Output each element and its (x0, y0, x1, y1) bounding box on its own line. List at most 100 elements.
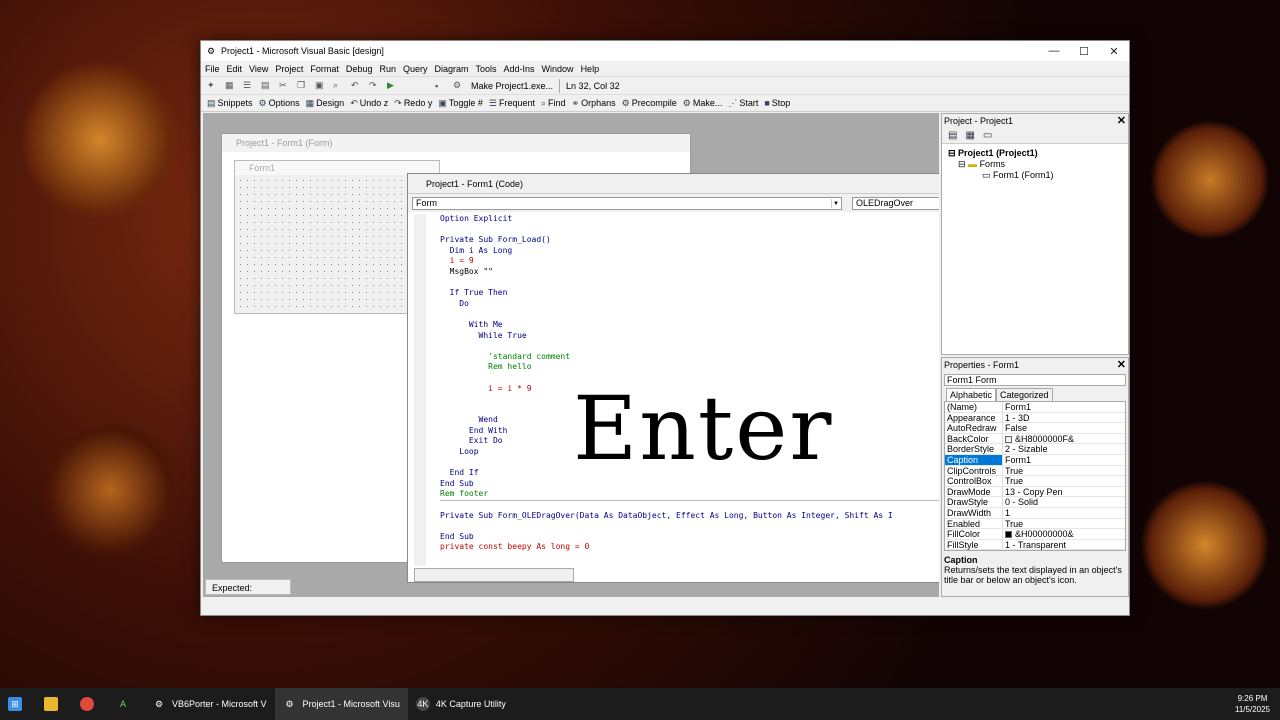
tab-alphabetic[interactable]: Alphabetic (946, 388, 997, 401)
property-row[interactable]: AutoRedraw False (945, 423, 1125, 434)
tree-forms-folder[interactable]: ⊟ ▬ Forms (948, 159, 1128, 170)
task-project1[interactable]: ⚙ Project1 - Microsoft Visu (274, 688, 408, 720)
menu-bar: File Edit View Project Format Debug Run … (201, 61, 1129, 76)
options-button[interactable]: ⚙ Options (259, 98, 300, 109)
stop-button[interactable]: ■ Stop (764, 98, 790, 108)
taskbar: ⊞ A ⚙ VB6Porter - Microsoft V ⚙ Project1 -… (0, 688, 1280, 720)
view-code-icon[interactable]: ▤ (948, 130, 957, 141)
toggle-folders-icon[interactable]: ▭ (983, 130, 992, 141)
open-icon[interactable]: ▤ (261, 80, 273, 91)
property-row[interactable]: FillStyle 1 - Transparent (945, 539, 1125, 550)
menu-editor-icon[interactable]: ☰ (243, 80, 255, 91)
start-button[interactable]: ⋰ Start (728, 98, 758, 109)
property-grid[interactable]: (Name) Form1 Appearance 1 - 3D AutoRedraw F… (944, 401, 1126, 551)
chrome-button[interactable] (72, 688, 108, 720)
code-line: Rem hello (440, 362, 532, 372)
chevron-down-icon[interactable]: ▼ (831, 198, 840, 208)
snippets-button[interactable]: ▤ Snippets (207, 98, 253, 109)
property-row[interactable]: FillColor &H00000000& (945, 529, 1125, 540)
property-row[interactable]: ControlBox True (945, 476, 1125, 487)
find-icon[interactable]: ⌕ (333, 80, 345, 91)
undo-button[interactable]: ↶ Undo z (350, 98, 388, 109)
code-line: private const beepy As long = 0 (440, 542, 590, 552)
property-row[interactable]: ClipControls True (945, 465, 1125, 477)
menu-query[interactable]: Query (403, 64, 428, 74)
close-icon[interactable]: ✕ (1099, 45, 1129, 58)
menu-project[interactable]: Project (275, 64, 303, 74)
property-row[interactable]: Appearance 1 - 3D (945, 412, 1125, 424)
property-row[interactable]: Enabled True (945, 518, 1125, 530)
redo-button[interactable]: ↷ Redo y (394, 98, 432, 109)
menu-tools[interactable]: Tools (476, 64, 497, 74)
orphans-button[interactable]: ⚭ Orphans (572, 98, 616, 109)
vb-icon: ⚙ (285, 699, 294, 709)
cursor-position: Ln 32, Col 32 (559, 78, 626, 93)
save-icon[interactable]: ▪ (435, 81, 447, 91)
view-toggle-scrollbar[interactable] (414, 568, 574, 582)
run-icon[interactable]: ▶ (387, 80, 399, 91)
property-row[interactable]: DrawStyle 0 - Solid (945, 497, 1125, 508)
toggle-button[interactable]: ▣ Toggle # (438, 98, 483, 109)
menu-run[interactable]: Run (379, 64, 396, 74)
menu-file[interactable]: File (205, 64, 220, 74)
app-button[interactable]: A (108, 688, 144, 720)
menu-view[interactable]: View (249, 64, 268, 74)
menu-addins[interactable]: Add-Ins (504, 64, 535, 74)
cut-icon[interactable]: ✂ (279, 80, 291, 91)
property-row-selected[interactable]: Caption Form1 (945, 454, 1125, 466)
undo-icon[interactable]: ↶ (351, 80, 363, 91)
precompile-button[interactable]: ⚙ Precompile (622, 98, 677, 109)
options-icon: ⚙ (258, 97, 267, 108)
code-line: Do (440, 298, 469, 308)
object-combo[interactable]: Form ▼ (412, 196, 842, 210)
menu-debug[interactable]: Debug (346, 64, 373, 74)
paste-icon[interactable]: ▣ (315, 80, 327, 91)
start-button[interactable]: ⊞ (0, 688, 36, 720)
tree-project-root[interactable]: ⊟ Project1 (Project1) (948, 148, 1128, 159)
property-row[interactable]: DrawWidth 1 (945, 507, 1125, 519)
design-button[interactable]: ▦ Design (306, 98, 345, 109)
window-title: Project1 - Microsoft Visual Basic [desig… (221, 46, 384, 56)
undo-icon: ↶ (350, 97, 358, 108)
tab-categorized[interactable]: Categorized (996, 388, 1053, 401)
task-capture[interactable]: 4K 4K Capture Utility (408, 688, 514, 720)
code-line: With Me (440, 319, 503, 329)
mdi-workspace: Project1 - Form1 (Form) Form1 Project1 -… (203, 113, 939, 597)
view-object-icon[interactable]: ▦ (965, 130, 974, 141)
designer-title: Project1 - Form1 (Form) (222, 134, 690, 152)
menu-diagram[interactable]: Diagram (434, 64, 468, 74)
frequent-button[interactable]: ☰ Frequent (489, 98, 535, 109)
file-explorer-button[interactable] (36, 688, 72, 720)
procedure-combo[interactable]: OLEDragOver (852, 196, 939, 210)
object-selector[interactable]: Form1 Form (944, 374, 1126, 386)
task-vb6porter[interactable]: ⚙ VB6Porter - Microsoft V (144, 688, 275, 720)
make-button[interactable]: ⚙ Make... (683, 98, 723, 109)
frequent-icon: ☰ (488, 97, 497, 108)
property-row[interactable]: (Name) Form1 (945, 402, 1125, 413)
menu-edit[interactable]: Edit (227, 64, 243, 74)
code-line: End Sub (440, 478, 474, 488)
menu-format[interactable]: Format (310, 64, 339, 74)
tree-form1[interactable]: ▭ Form1 (Form1) (948, 170, 1128, 181)
wallpaper-spot (1150, 120, 1270, 240)
code-line: If True Then (440, 288, 508, 298)
copy-icon[interactable]: ❐ (297, 80, 309, 91)
system-clock[interactable]: 9:26 PM 11/5/2025 (1235, 693, 1280, 715)
title-bar[interactable]: ⚙ Project1 - Microsoft Visual Basic [des… (201, 41, 1129, 61)
folder-icon (44, 697, 58, 711)
menu-help[interactable]: Help (581, 64, 600, 74)
close-icon[interactable]: ✕ (1117, 114, 1126, 128)
close-icon[interactable]: ✕ (1117, 358, 1126, 372)
add-project-icon[interactable]: ✦ (207, 80, 219, 91)
maximize-icon[interactable]: ☐ (1069, 45, 1099, 58)
property-row[interactable]: BackColor &H8000000F& (945, 433, 1125, 445)
minimize-icon[interactable]: — (1039, 45, 1069, 57)
make-exe-button[interactable]: Make Project1.exe... (471, 81, 553, 91)
property-row[interactable]: DrawMode 13 - Copy Pen (945, 486, 1125, 498)
menu-window[interactable]: Window (542, 64, 574, 74)
property-row[interactable]: BorderStyle 2 - Sizable (945, 444, 1125, 455)
add-form-icon[interactable]: ▦ (225, 80, 237, 91)
redo-icon[interactable]: ↷ (369, 80, 381, 91)
make-icon: ⚙ (682, 97, 691, 108)
find-button[interactable]: ⌕ Find (541, 98, 566, 109)
